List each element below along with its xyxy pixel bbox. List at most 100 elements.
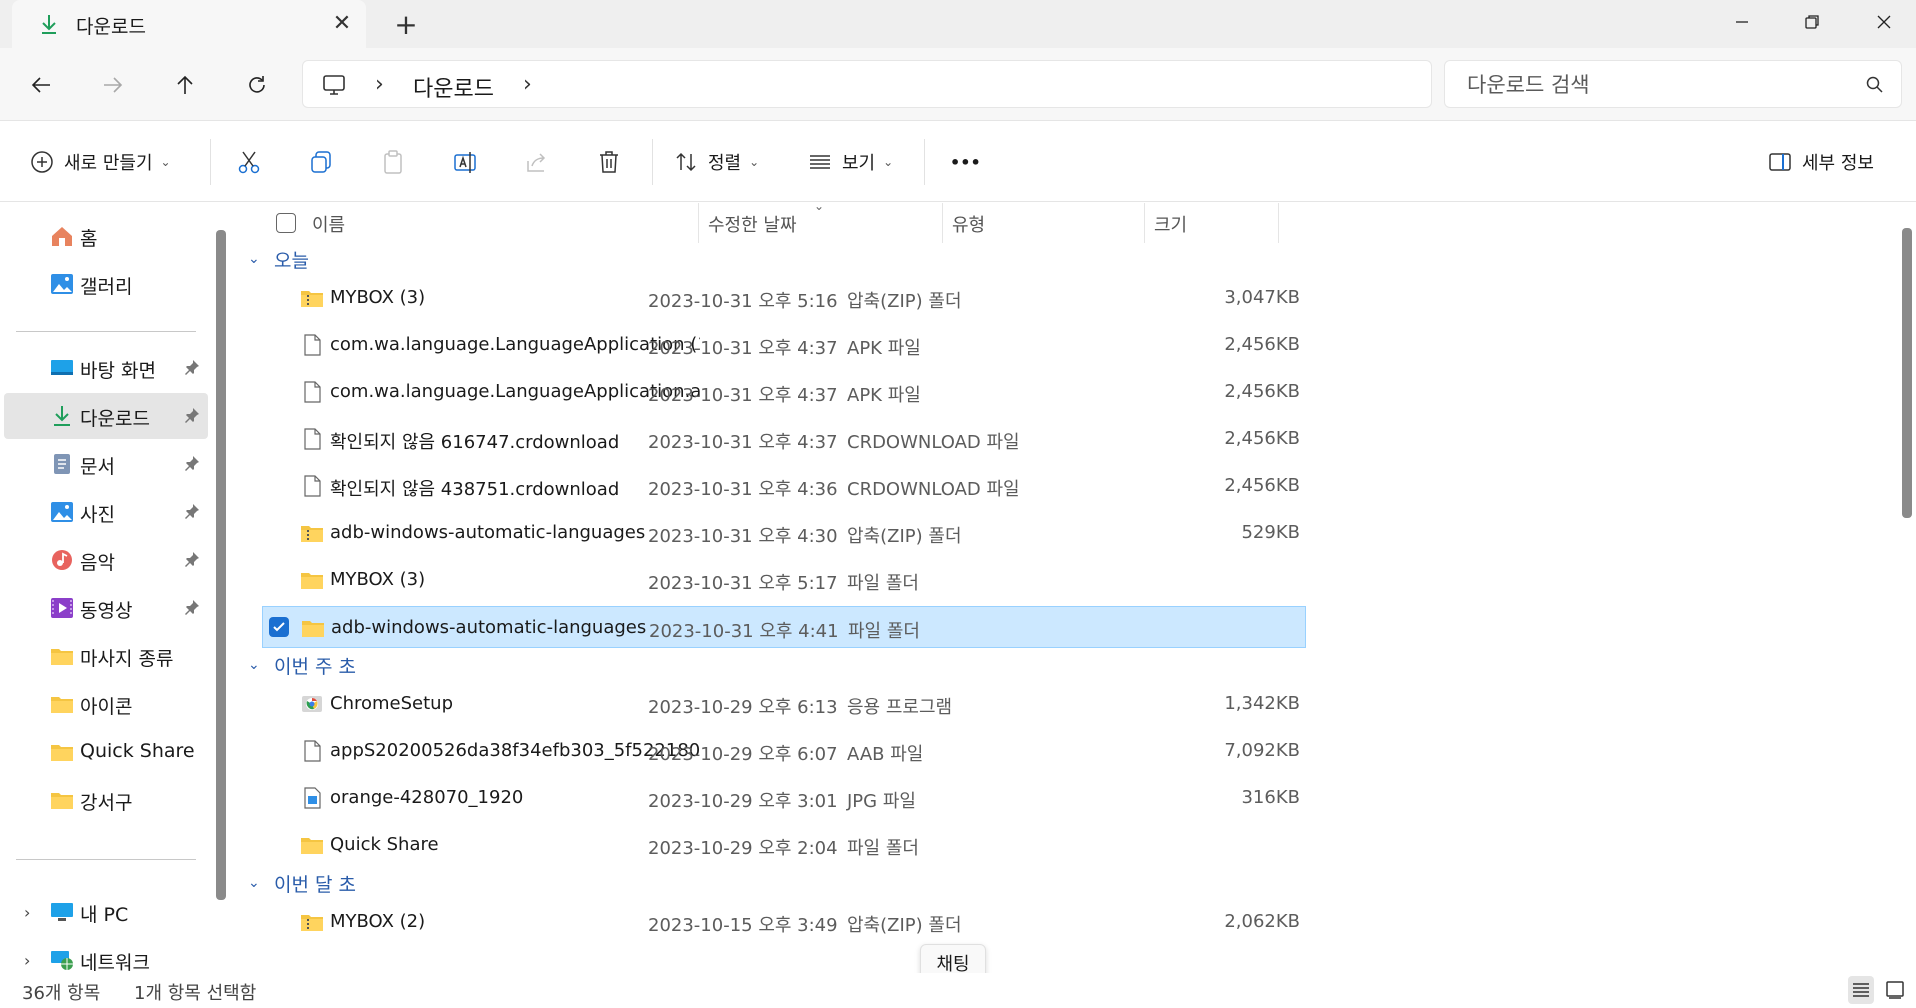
sidebar-item-videos[interactable]: 동영상 <box>4 585 208 631</box>
file-date: 2023-10-29 오후 3:01 <box>648 791 838 812</box>
share-button[interactable] <box>524 145 550 179</box>
sidebar-item-home[interactable]: 홈 <box>4 213 208 259</box>
pc-icon[interactable] <box>321 72 347 98</box>
file-row[interactable]: MYBOX (3) 2023-10-31 오후 5:17 파일 폴더 <box>262 559 1306 601</box>
pin-icon[interactable] <box>184 455 200 471</box>
file-row[interactable]: 확인되지 않음 438751.crdownload 2023-10-31 오후 4… <box>262 465 1306 507</box>
file-type: 압축(ZIP) 폴더 <box>847 291 962 312</box>
file-row[interactable]: MYBOX (2) 2023-10-15 오후 3:49 압축(ZIP) 폴더 2,0… <box>262 901 1306 943</box>
column-name[interactable]: 이름 <box>312 211 345 237</box>
column-divider[interactable] <box>1144 203 1145 243</box>
file-size: 2,456KB <box>1224 475 1300 496</box>
column-divider[interactable] <box>698 203 699 243</box>
breadcrumb-chevron-icon[interactable]: › <box>375 72 384 97</box>
rename-button[interactable] <box>452 145 478 179</box>
sidebar-item-folder[interactable]: Quick Share <box>4 729 208 775</box>
sort-button[interactable]: 정렬 ⌄ <box>674 145 759 179</box>
forward-button[interactable] <box>96 68 130 102</box>
tab-downloads[interactable]: 다운로드 ✕ <box>12 0 366 48</box>
new-button[interactable]: 새로 만들기 ⌄ <box>30 145 171 179</box>
copy-button[interactable] <box>308 145 334 179</box>
file-row[interactable]: Quick Share 2023-10-29 오후 2:04 파일 폴더 <box>262 824 1306 866</box>
refresh-icon <box>249 76 265 93</box>
sidebar-item-gallery[interactable]: 갤러리 <box>4 261 208 307</box>
sidebar-item-documents[interactable]: 문서 <box>4 441 208 487</box>
details-view-button[interactable] <box>1848 976 1874 1004</box>
column-divider[interactable] <box>1278 203 1279 243</box>
pin-icon[interactable] <box>184 503 200 519</box>
group-header[interactable]: ⌄ 오늘 <box>248 243 309 275</box>
file-row[interactable]: 확인되지 않음 616747.crdownload 2023-10-31 오후 4… <box>262 418 1306 460</box>
select-all-checkbox[interactable] <box>276 213 296 233</box>
file-row[interactable]: com.wa.language.LanguageApplication.apk 2… <box>262 371 1306 413</box>
file-name: adb-windows-automatic-languages <box>330 522 646 543</box>
sidebar-item-label: 문서 <box>80 456 115 478</box>
chevron-right-icon[interactable]: › <box>24 951 30 970</box>
column-type[interactable]: 유형 <box>952 211 985 237</box>
title-bar: 다운로드 ✕ + <box>0 0 1916 48</box>
back-button[interactable] <box>24 68 58 102</box>
sidebar-item-label: 다운로드 <box>80 408 150 430</box>
sidebar-scrollbar[interactable] <box>216 230 226 900</box>
row-checkbox[interactable] <box>269 617 289 637</box>
paste-button[interactable] <box>380 145 406 179</box>
sidebar-item-music[interactable]: 음악 <box>4 537 208 583</box>
file-row[interactable]: orange-428070_1920 2023-10-29 오후 3:01 JPG … <box>262 777 1306 819</box>
close-window-button[interactable] <box>1866 6 1902 38</box>
file-row[interactable]: MYBOX (3) 2023-10-31 오후 5:16 압축(ZIP) 폴더 3,0… <box>262 277 1306 319</box>
file-icon <box>300 740 324 762</box>
pin-icon[interactable] <box>184 407 200 423</box>
breadcrumb-downloads[interactable]: 다운로드 <box>413 71 494 103</box>
restore-icon <box>1805 15 1819 29</box>
file-type: CRDOWNLOAD 파일 <box>847 432 1020 453</box>
tab-close-icon[interactable]: ✕ <box>330 12 354 36</box>
sidebar-item-this-pc[interactable]: › 내 PC <box>4 889 208 935</box>
pc-icon <box>50 901 74 923</box>
sidebar-item-desktop[interactable]: 바탕 화면 <box>4 345 208 391</box>
search-input[interactable] <box>1467 71 1847 99</box>
chevron-right-icon[interactable]: › <box>24 903 30 922</box>
file-list-scrollbar[interactable] <box>1902 228 1912 518</box>
group-header[interactable]: ⌄ 이번 주 초 <box>248 649 356 681</box>
pin-icon[interactable] <box>184 599 200 615</box>
breadcrumb-chevron-icon[interactable]: › <box>523 72 532 97</box>
sidebar-item-folder[interactable]: 아이콘 <box>4 681 208 727</box>
sidebar-item-downloads[interactable]: 다운로드 <box>4 393 208 439</box>
chevron-down-icon[interactable]: ⌄ <box>248 251 266 267</box>
column-divider[interactable] <box>942 203 943 243</box>
file-row[interactable]: adb-windows-automatic-languages 2023-10-3… <box>262 512 1306 554</box>
file-row[interactable]: appS20200526da38f34efb303_5f522180ab... 2… <box>262 730 1306 772</box>
restore-button[interactable] <box>1794 6 1830 38</box>
details-pane-button[interactable]: 세부 정보 <box>1768 145 1874 179</box>
pin-icon[interactable] <box>184 551 200 567</box>
group-header[interactable]: ⌄ 이번 달 초 <box>248 867 356 899</box>
search-box[interactable] <box>1444 60 1902 108</box>
delete-button[interactable] <box>596 145 622 179</box>
file-row[interactable]: adb-windows-automatic-languages 2023-10-3… <box>262 606 1306 648</box>
cut-button[interactable] <box>236 145 262 179</box>
thumbnails-view-button[interactable] <box>1882 976 1908 1004</box>
file-row[interactable]: ChromeSetup 2023-10-29 오후 6:13 응용 프로그램 1,34… <box>262 683 1306 725</box>
search-icon[interactable] <box>1865 75 1885 95</box>
minimize-button[interactable] <box>1724 6 1760 38</box>
file-date: 2023-10-29 오후 6:07 <box>648 744 838 765</box>
view-button[interactable]: 보기 ⌄ <box>808 145 893 179</box>
file-name: MYBOX (3) <box>330 287 426 308</box>
file-type: AAB 파일 <box>847 744 924 765</box>
pin-icon[interactable] <box>184 359 200 375</box>
sidebar-item-folder[interactable]: 강서구 <box>4 777 208 823</box>
sidebar-item-folder[interactable]: 마사지 종류 <box>4 633 208 679</box>
refresh-button[interactable] <box>240 68 274 102</box>
sidebar-item-pictures[interactable]: 사진 <box>4 489 208 535</box>
up-button[interactable] <box>168 68 202 102</box>
group-label: 오늘 <box>274 249 309 272</box>
address-bar[interactable]: › 다운로드 › <box>302 60 1432 108</box>
column-size[interactable]: 크기 <box>1154 211 1187 237</box>
column-date-modified[interactable]: 수정한 날짜 <box>708 211 797 237</box>
sidebar-item-label: 내 PC <box>80 904 129 926</box>
new-tab-button[interactable]: + <box>392 11 420 40</box>
chevron-down-icon[interactable]: ⌄ <box>248 657 266 673</box>
file-row[interactable]: com.wa.language.LanguageApplication (1).… <box>262 324 1306 366</box>
chevron-down-icon[interactable]: ⌄ <box>248 875 266 891</box>
more-options-button[interactable]: ••• <box>950 145 981 179</box>
